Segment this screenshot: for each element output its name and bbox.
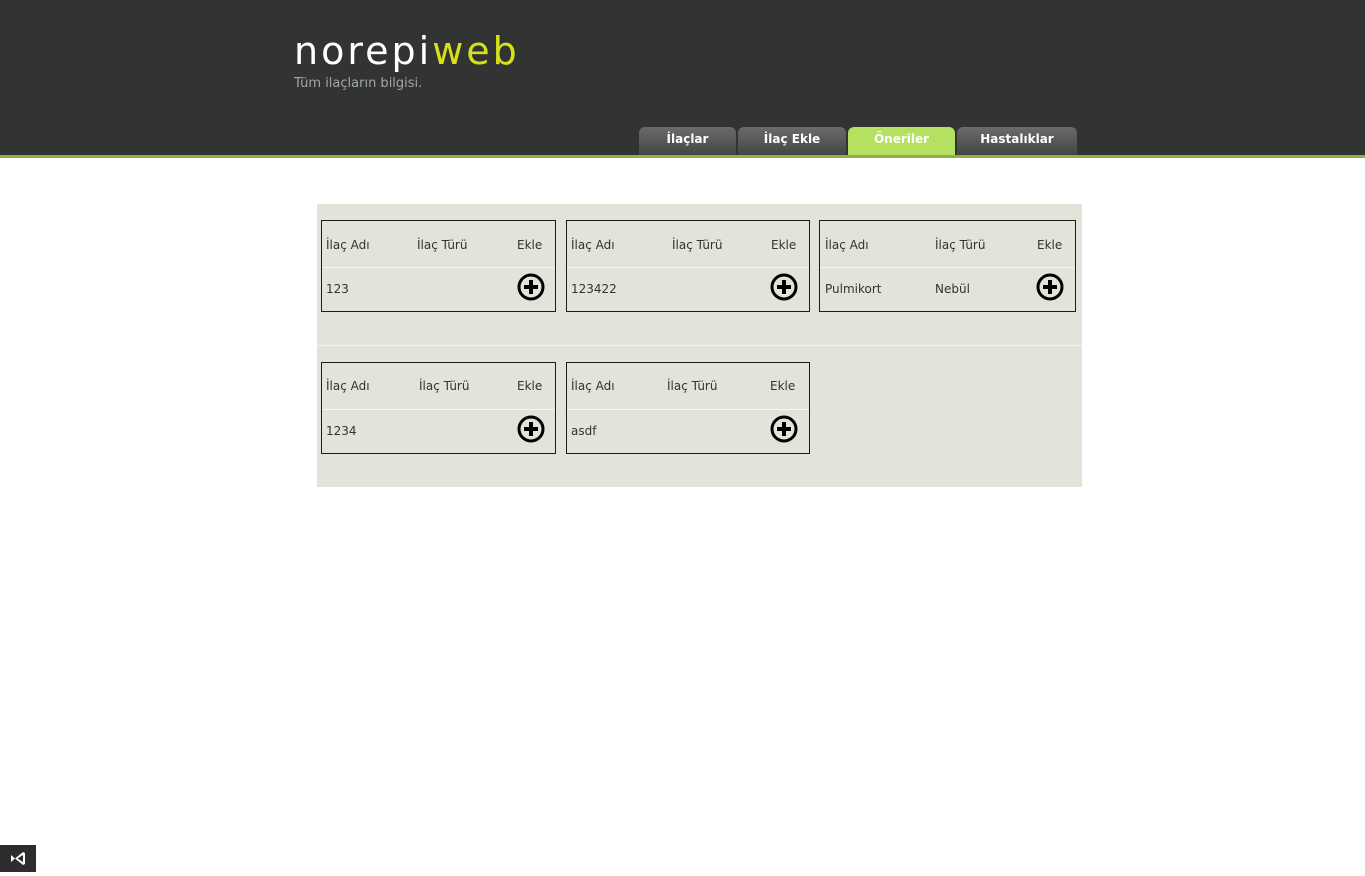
card-header: İlaç Adı İlaç Türü Ekle (820, 221, 1075, 268)
visual-studio-icon (11, 852, 25, 865)
site-header: norepiweb Tüm ilaçların bilgisi. İlaçlar… (0, 0, 1365, 155)
tab-hastaliklar[interactable]: Hastalıklar (957, 127, 1077, 155)
browser-link-badge[interactable] (0, 845, 36, 872)
suggestion-card: İlaç Adı İlaç Türü Ekle 123422 (566, 220, 810, 312)
suggestion-card: İlaç Adı İlaç Türü Ekle asdf (566, 362, 810, 454)
plus-circle-icon[interactable] (770, 415, 798, 443)
col-name-header: İlaç Adı (326, 238, 370, 252)
col-type-header: İlaç Türü (667, 379, 718, 393)
header-accent-line (0, 155, 1365, 158)
col-type-header: İlaç Türü (417, 238, 468, 252)
col-type-header: İlaç Türü (419, 379, 470, 393)
col-add-header: Ekle (770, 379, 796, 393)
drug-name: 1234 (326, 424, 357, 438)
plus-circle-icon[interactable] (770, 273, 798, 301)
col-type-header: İlaç Türü (672, 238, 723, 252)
logo-text-accent: web (432, 29, 520, 73)
card-header: İlaç Adı İlaç Türü Ekle (322, 363, 555, 410)
col-add-header: Ekle (1037, 238, 1063, 252)
plus-circle-icon[interactable] (517, 415, 545, 443)
col-name-header: İlaç Adı (571, 379, 615, 393)
main-nav-tabs: İlaçlar İlaç Ekle Öneriler Hastalıklar (639, 127, 1079, 155)
plus-circle-icon[interactable] (517, 273, 545, 301)
drug-name: asdf (571, 424, 597, 438)
card-header: İlaç Adı İlaç Türü Ekle (567, 221, 809, 268)
col-type-header: İlaç Türü (935, 238, 986, 252)
col-name-header: İlaç Adı (571, 238, 615, 252)
plus-circle-icon[interactable] (1036, 273, 1064, 301)
tab-oneriler[interactable]: Öneriler (848, 127, 955, 155)
card-header: İlaç Adı İlaç Türü Ekle (322, 221, 555, 268)
suggestion-card: İlaç Adı İlaç Türü Ekle 1234 (321, 362, 556, 454)
tab-ilac-ekle[interactable]: İlaç Ekle (738, 127, 846, 155)
col-add-header: Ekle (517, 238, 543, 252)
logo-text-primary: norepi (294, 29, 433, 73)
drug-name: 123 (326, 282, 349, 296)
suggestion-card: İlaç Adı İlaç Türü Ekle 123 (321, 220, 556, 312)
suggestion-card: İlaç Adı İlaç Türü Ekle Pulmikort Nebül (819, 220, 1076, 312)
site-logo[interactable]: norepiweb (294, 28, 520, 74)
drug-type: Nebül (935, 282, 970, 296)
drug-name: Pulmikort (825, 282, 882, 296)
drug-name: 123422 (571, 282, 617, 296)
col-add-header: Ekle (517, 379, 543, 393)
card-header: İlaç Adı İlaç Türü Ekle (567, 363, 809, 410)
row-divider (317, 345, 1082, 346)
tab-ilaclar[interactable]: İlaçlar (639, 127, 736, 155)
col-name-header: İlaç Adı (825, 238, 869, 252)
site-tagline: Tüm ilaçların bilgisi. (294, 76, 423, 91)
col-add-header: Ekle (771, 238, 797, 252)
col-name-header: İlaç Adı (326, 379, 370, 393)
